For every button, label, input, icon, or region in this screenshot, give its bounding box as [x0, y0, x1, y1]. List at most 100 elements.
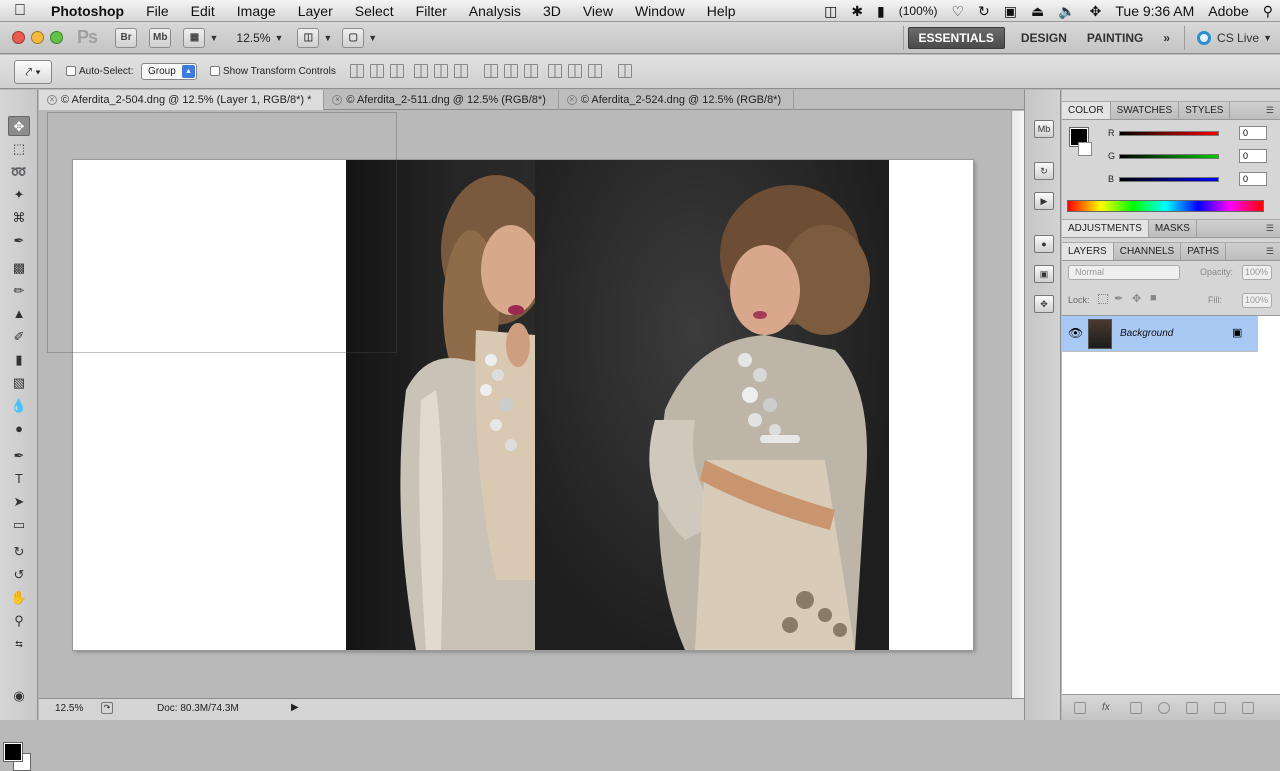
lock-pixels-icon[interactable]: ✒ — [1114, 292, 1123, 305]
tab-masks[interactable]: MASKS — [1149, 220, 1197, 237]
quick-selection-tool-icon[interactable]: ✦ — [8, 185, 30, 205]
layer-row-background[interactable]: 👁 Background ▣ — [1062, 316, 1258, 352]
lock-position-icon[interactable]: ✥ — [1132, 292, 1141, 305]
tab-aferdita-511[interactable]: × © Aferdita_2-511.dng @ 12.5% (RGB/8*) — [324, 90, 559, 110]
tab-swatches[interactable]: SWATCHES — [1111, 102, 1180, 119]
add-mask-icon[interactable] — [1130, 702, 1142, 714]
color-spectrum-ramp[interactable] — [1067, 200, 1264, 212]
cs-live-button[interactable]: CS Live ▼ — [1189, 31, 1280, 45]
path-selection-tool-icon[interactable]: ➤ — [8, 492, 30, 512]
clock[interactable]: Tue 9:36 AM — [1108, 3, 1201, 19]
close-tab-icon[interactable]: × — [332, 95, 343, 105]
auto-align-layers-icon[interactable] — [618, 64, 632, 78]
menu-help[interactable]: Help — [696, 3, 747, 19]
panel-menu-icon[interactable]: ☰ — [1266, 223, 1274, 234]
green-value-input[interactable]: 0 — [1239, 149, 1267, 163]
volume-icon[interactable]: 🔈 — [1051, 3, 1082, 20]
time-machine-icon[interactable]: ↻ — [971, 3, 997, 20]
type-tool-icon[interactable]: T — [8, 469, 30, 489]
close-tab-icon[interactable]: × — [47, 95, 57, 105]
blue-value-input[interactable]: 0 — [1239, 172, 1267, 186]
align-top-edges-icon[interactable] — [350, 64, 364, 78]
tab-layers[interactable]: LAYERS — [1062, 243, 1114, 260]
menu-select[interactable]: Select — [344, 3, 405, 19]
red-value-input[interactable]: 0 — [1239, 126, 1267, 140]
tab-aferdita-504[interactable]: × © Aferdita_2-504.dng @ 12.5% (Layer 1,… — [39, 90, 325, 110]
red-slider[interactable] — [1119, 131, 1219, 136]
vertical-scrollbar[interactable] — [1011, 111, 1024, 698]
zoom-level[interactable]: 12.5% — [236, 31, 270, 45]
tab-aferdita-524[interactable]: × © Aferdita_2-524.dng @ 12.5% (RGB/8*) — [559, 90, 795, 110]
user-menu[interactable]: Adobe — [1201, 3, 1255, 19]
pen-tool-icon[interactable]: ✒ — [8, 446, 30, 466]
zoom-tool-icon[interactable]: ⚲ — [8, 611, 30, 631]
navigator-panel-icon[interactable]: ✥ — [1034, 295, 1054, 313]
more-workspaces-button[interactable]: » — [1153, 27, 1180, 49]
green-slider[interactable] — [1119, 154, 1219, 159]
wifi-icon[interactable]: ♡ — [944, 3, 971, 20]
status-preview-icon[interactable]: ↷ — [101, 702, 113, 714]
distribute-right-edges-icon[interactable] — [588, 64, 602, 78]
launch-mini-bridge-button[interactable]: Mb — [149, 27, 172, 48]
zoom-window-button[interactable] — [50, 31, 63, 44]
eject-icon[interactable]: ⏏ — [1024, 3, 1051, 20]
3d-orbit-tool-icon[interactable]: ↺ — [8, 565, 30, 585]
menu-3d[interactable]: 3D — [532, 3, 572, 19]
menu-window[interactable]: Window — [624, 3, 696, 19]
lock-all-icon[interactable]: ■ — [1150, 292, 1157, 304]
quick-mask-icon[interactable]: ◉ — [8, 686, 30, 706]
launch-bridge-button[interactable]: Br — [115, 27, 138, 48]
history-panel-icon[interactable]: ↻ — [1034, 162, 1054, 180]
close-window-button[interactable] — [12, 31, 25, 44]
tool-preset-picker[interactable]: ⤤ ▾ — [14, 60, 52, 84]
view-extras-button[interactable]: ▦ — [183, 27, 206, 48]
apple-menu-icon[interactable]:  — [0, 2, 40, 20]
status-menu-arrow-icon[interactable]: ▶ — [291, 702, 299, 713]
distribute-top-edges-icon[interactable] — [484, 64, 498, 78]
align-bottom-edges-icon[interactable] — [390, 64, 404, 78]
bluetooth-icon[interactable]: ✥ — [1083, 3, 1109, 20]
menu-filter[interactable]: Filter — [405, 3, 458, 19]
menu-file[interactable]: File — [135, 3, 180, 19]
show-transform-controls-checkbox[interactable] — [210, 66, 220, 76]
3d-panel-icon[interactable]: ● — [1034, 235, 1054, 253]
swap-colors-icon[interactable]: ⇆ — [8, 634, 30, 654]
spotlight-search-icon[interactable]: ⚲ — [1256, 3, 1280, 20]
foreground-color-swatch[interactable] — [3, 742, 23, 762]
battery-percent[interactable]: (100%) — [892, 4, 945, 18]
workspace-design[interactable]: DESIGN — [1011, 27, 1077, 49]
blur-tool-icon[interactable]: 💧 — [8, 396, 30, 416]
menu-image[interactable]: Image — [226, 3, 287, 19]
dodge-tool-icon[interactable]: ● — [8, 419, 30, 439]
mini-bridge-panel-icon[interactable]: Mb — [1034, 120, 1054, 138]
auto-select-dropdown[interactable]: Group ▲ — [141, 63, 197, 80]
photo-layer-right[interactable] — [535, 160, 889, 650]
panel-menu-icon[interactable]: ☰ — [1266, 105, 1274, 116]
close-tab-icon[interactable]: × — [566, 95, 577, 105]
tab-color[interactable]: COLOR — [1062, 102, 1111, 119]
panel-menu-icon[interactable]: ☰ — [1266, 246, 1274, 257]
display-icon[interactable]: ▣ — [997, 3, 1024, 20]
screen-mode-button[interactable]: ▢ — [342, 27, 365, 48]
opacity-input[interactable]: 100% — [1242, 265, 1272, 280]
lasso-tool-icon[interactable]: ➿ — [8, 162, 30, 182]
lock-transparent-icon[interactable] — [1098, 294, 1108, 304]
menu-analysis[interactable]: Analysis — [458, 3, 532, 19]
blend-mode-dropdown[interactable]: Normal — [1068, 265, 1180, 280]
align-left-edges-icon[interactable] — [414, 64, 428, 78]
workspace-essentials[interactable]: ESSENTIALS — [907, 27, 1005, 49]
move-tool-icon[interactable]: ✥ — [8, 116, 30, 136]
3d-rotate-tool-icon[interactable]: ↻ — [8, 542, 30, 562]
gradient-tool-icon[interactable]: ▧ — [8, 373, 30, 393]
status-zoom[interactable]: 12.5% — [55, 703, 83, 714]
layer-name[interactable]: Background — [1120, 328, 1173, 339]
hand-tool-icon[interactable]: ✋ — [8, 588, 30, 608]
align-right-edges-icon[interactable] — [454, 64, 468, 78]
arrange-documents-button[interactable]: ◫ — [297, 27, 320, 48]
workspace-painting[interactable]: PAINTING — [1077, 27, 1153, 49]
photo-layer-left[interactable] — [346, 160, 535, 650]
history-brush-tool-icon[interactable]: ✐ — [8, 327, 30, 347]
camera-icon[interactable]: ◫ — [817, 3, 844, 20]
link-layers-icon[interactable] — [1074, 702, 1086, 714]
color-bg-swatch[interactable] — [1078, 142, 1092, 156]
